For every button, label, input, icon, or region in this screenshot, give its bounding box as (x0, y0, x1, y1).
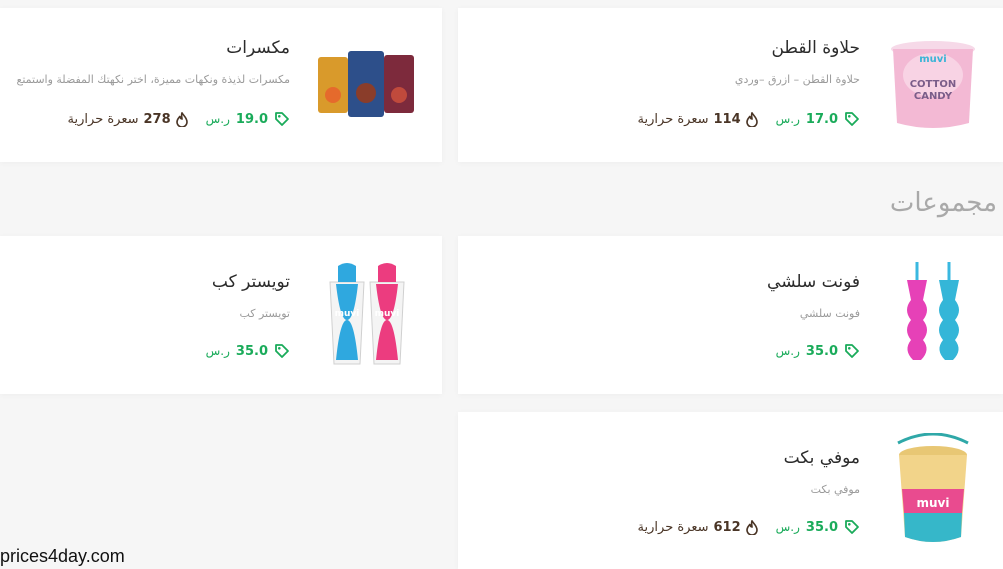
price-value: 35.0 (805, 343, 838, 359)
font-slushie-image (863, 236, 1003, 394)
product-meta: 17.0 ر.س 114 سعرة حرارية (638, 111, 860, 127)
section-title: مجموعات (889, 188, 997, 218)
product-card-muvi-bucket[interactable]: muvi موفي بكت موفي بكت 35.0 ر.س 612 سعرة… (458, 412, 1003, 569)
watermark: prices4day.com (0, 546, 125, 566)
calories-label: سعرة حرارية (637, 519, 709, 535)
product-title[interactable]: حلاوة القطن (771, 38, 860, 58)
nuts-image (292, 8, 442, 162)
product-title[interactable]: فونت سلشي (767, 272, 860, 292)
price-value: 35.0 (805, 519, 838, 535)
currency: ر.س (775, 112, 800, 126)
calories-value: 278 (143, 111, 171, 127)
product-title[interactable]: مكسرات (226, 38, 290, 58)
price-value: 17.0 (805, 111, 838, 127)
product-meta: 35.0 ر.س (206, 343, 290, 359)
svg-text:muvi: muvi (375, 309, 400, 319)
product-card-twister-cup[interactable]: muvi muvi تويستر كب تويستر كب 35.0 ر.س (0, 236, 442, 394)
product-card-nuts[interactable]: مكسرات مكسرات لذيذة ونكهات مميزة، اختر ن… (0, 8, 442, 162)
price-value: 35.0 (235, 343, 268, 359)
price: 35.0 ر.س (776, 343, 860, 359)
price: 35.0 ر.س (776, 519, 860, 535)
calories-label: سعرة حرارية (637, 111, 709, 127)
price-tag-icon (845, 344, 859, 358)
product-meta: 35.0 ر.س (776, 343, 860, 359)
product-card-font-slushie[interactable]: فونت سلشي فونت سلشي 35.0 ر.س (458, 236, 1003, 394)
product-description: حلاوة القطن – ازرق –وردي (734, 73, 860, 86)
price-value: 19.0 (235, 111, 268, 127)
price-tag-icon (845, 520, 859, 534)
currency: ر.س (205, 112, 230, 126)
price-tag-icon (275, 344, 289, 358)
product-description: فونت سلشي (799, 307, 860, 320)
calories-value: 612 (713, 519, 741, 535)
product-description: موفي بكت (810, 483, 860, 496)
currency: ر.س (775, 520, 800, 534)
muvi-bucket-image: muvi (863, 412, 1003, 569)
flame-icon (745, 111, 758, 127)
calories-label: سعرة حرارية (67, 111, 139, 127)
price-tag-icon (275, 112, 289, 126)
price: 19.0 ر.س (206, 111, 290, 127)
svg-text:CANDY: CANDY (914, 91, 953, 102)
currency: ر.س (205, 344, 230, 358)
currency: ر.س (775, 344, 800, 358)
price-tag-icon (845, 112, 859, 126)
calories: 612 سعرة حرارية (637, 519, 758, 535)
cotton-candy-image: muvi COTTON CANDY (863, 8, 1003, 162)
svg-text:muvi: muvi (919, 54, 947, 65)
flame-icon (745, 519, 758, 535)
product-title[interactable]: تويستر كب (212, 272, 290, 292)
price: 17.0 ر.س (776, 111, 860, 127)
calories: 114 سعرة حرارية (637, 111, 758, 127)
product-title[interactable]: موفي بكت (784, 448, 860, 468)
twister-cup-image: muvi muvi (292, 236, 442, 394)
product-meta: 19.0 ر.س 278 سعرة حرارية (68, 111, 290, 127)
calories: 278 سعرة حرارية (67, 111, 188, 127)
calories-value: 114 (713, 111, 741, 127)
product-card-cotton-candy[interactable]: muvi COTTON CANDY حلاوة القطن حلاوة القط… (458, 8, 1003, 162)
svg-text:muvi: muvi (335, 309, 360, 319)
product-description: تويستر كب (239, 307, 290, 320)
product-description: مكسرات لذيذة ونكهات مميزة، اختر نكهتك ال… (16, 73, 290, 86)
product-meta: 35.0 ر.س 612 سعرة حرارية (638, 519, 860, 535)
svg-text:COTTON: COTTON (910, 79, 957, 90)
flame-icon (175, 111, 188, 127)
svg-text:muvi: muvi (917, 496, 950, 510)
price: 35.0 ر.س (206, 343, 290, 359)
